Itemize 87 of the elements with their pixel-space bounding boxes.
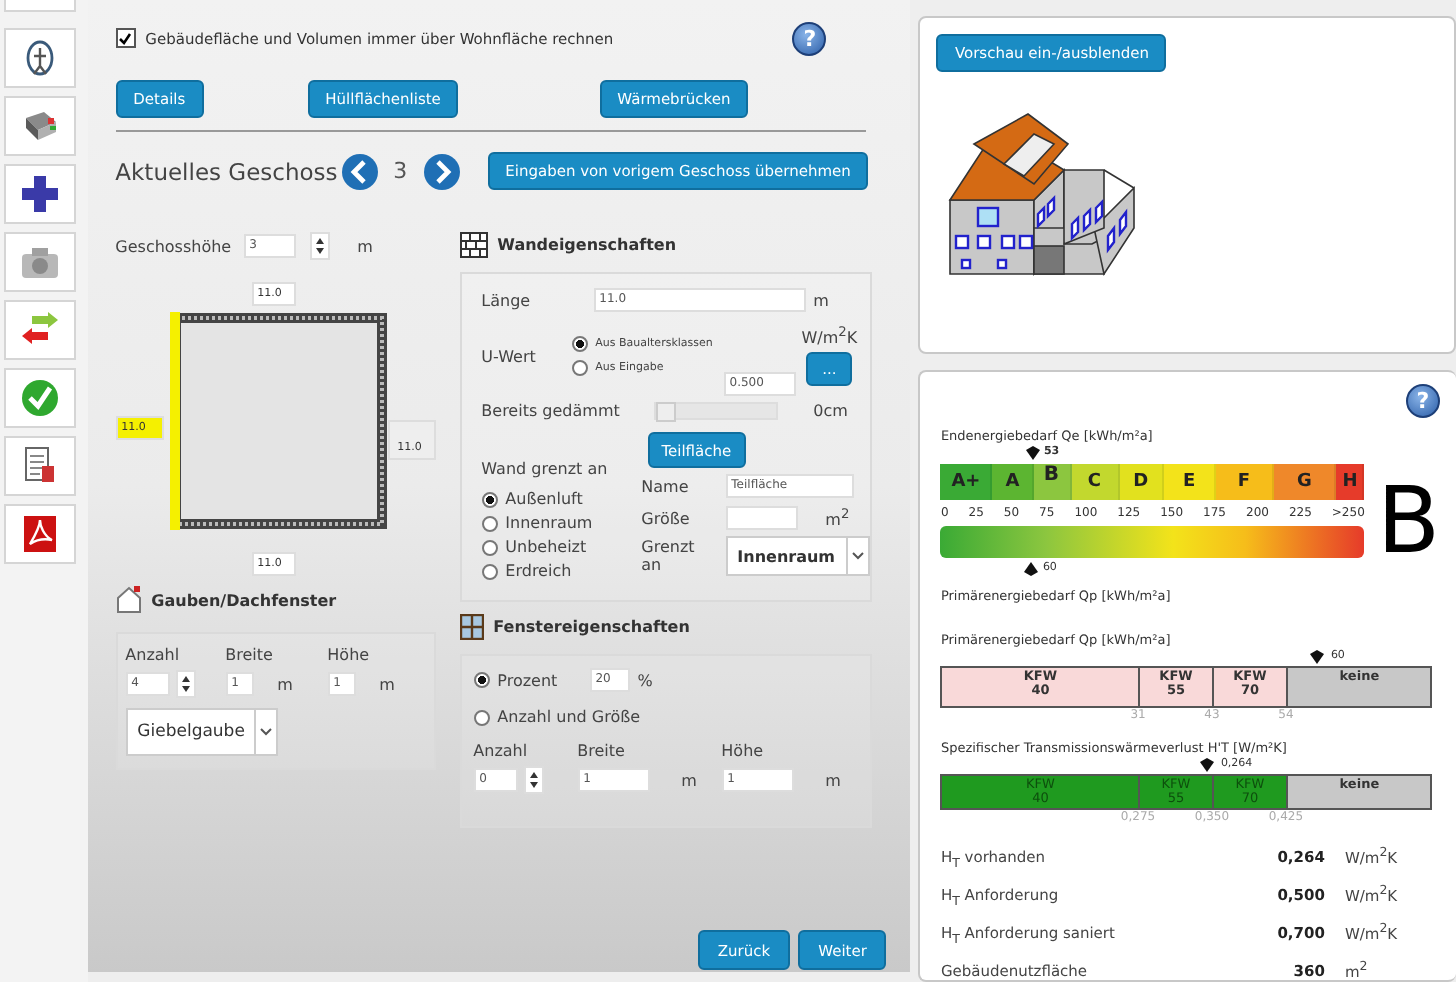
energy-grade: A bbox=[992, 463, 1034, 499]
spinner-icon[interactable] bbox=[523, 766, 544, 794]
field-label: Anzahl bbox=[125, 646, 182, 664]
chevron-down-icon bbox=[254, 710, 277, 754]
previous-icon[interactable] bbox=[341, 153, 378, 189]
floor-plan-drawing[interactable] bbox=[169, 312, 388, 530]
radio-button[interactable] bbox=[571, 336, 588, 352]
marker-icon bbox=[1025, 445, 1040, 459]
field-label: Bereits gedämmt bbox=[481, 401, 622, 419]
figure-icon bbox=[22, 38, 58, 78]
energy-grade: E bbox=[1164, 463, 1217, 499]
energy-grade: H bbox=[1336, 463, 1365, 499]
field-label: Name bbox=[641, 477, 691, 495]
section-title: Wandeigenschaften bbox=[497, 235, 677, 253]
radio-label: Erdreich bbox=[505, 562, 572, 580]
unit-label: m bbox=[357, 237, 373, 255]
unit-label: m bbox=[277, 675, 293, 693]
checkbox[interactable] bbox=[115, 28, 136, 48]
sidebar-button[interactable] bbox=[4, 436, 76, 496]
sidebar-button[interactable] bbox=[4, 96, 76, 156]
unit-label: m bbox=[825, 771, 841, 789]
next-icon[interactable] bbox=[423, 153, 460, 189]
section-title: Gauben/Dachfenster bbox=[151, 591, 337, 609]
camera-icon bbox=[20, 244, 60, 280]
brick-wall-icon bbox=[459, 231, 488, 257]
floor-number: 3 bbox=[393, 158, 408, 184]
energy-grade: A+ bbox=[940, 463, 993, 499]
size-field[interactable] bbox=[725, 506, 798, 530]
pdf-icon bbox=[22, 514, 58, 554]
marker-icon bbox=[1024, 561, 1039, 575]
insulation-slider[interactable] bbox=[653, 401, 778, 419]
unit-label: m bbox=[379, 675, 395, 693]
radio-label: Innenraum bbox=[505, 514, 593, 532]
energy-grade: G bbox=[1273, 463, 1337, 499]
radio-button[interactable] bbox=[481, 515, 498, 531]
marker-icon bbox=[1200, 757, 1215, 771]
borders-dropdown[interactable]: Innenraum bbox=[725, 536, 870, 576]
plus-icon bbox=[22, 176, 58, 212]
sidebar-button[interactable] bbox=[4, 504, 76, 564]
section-title: Fenstereigenschaften bbox=[493, 617, 690, 635]
sidebar-button[interactable] bbox=[4, 164, 76, 224]
field-label: Größe bbox=[641, 509, 692, 527]
spinner-icon[interactable] bbox=[175, 670, 196, 698]
field-label: Anzahl bbox=[473, 742, 530, 760]
field-label: Wand grenzt an bbox=[481, 460, 610, 478]
radio-button[interactable] bbox=[481, 563, 498, 579]
unit-label: W/m$^{2}$K bbox=[801, 324, 858, 348]
sidebar-button[interactable] bbox=[4, 300, 76, 360]
field-label: Breite bbox=[577, 742, 627, 760]
window-icon bbox=[459, 613, 484, 639]
sidebar-button[interactable] bbox=[4, 28, 76, 88]
checkmark-icon bbox=[20, 378, 60, 418]
radio-button[interactable] bbox=[473, 709, 490, 725]
radio-button[interactable] bbox=[481, 539, 498, 555]
unit-label: m bbox=[681, 771, 697, 789]
book-icon bbox=[20, 106, 60, 146]
radio-button[interactable] bbox=[473, 672, 490, 688]
chevron-down-icon bbox=[845, 538, 868, 574]
field-label: Breite bbox=[225, 646, 275, 664]
energy-rating: B bbox=[1376, 473, 1440, 565]
field-label: Höhe bbox=[327, 646, 372, 664]
radio-label: Außenluft bbox=[505, 490, 583, 508]
radio-label: Anzahl und Größe bbox=[497, 708, 641, 726]
energy-grade: D bbox=[1119, 463, 1165, 499]
field-label: U-Wert bbox=[481, 348, 538, 366]
unit-label: % bbox=[637, 671, 653, 689]
radio-label: Unbeheizt bbox=[505, 538, 587, 556]
unit-label: m$^{2}$ bbox=[825, 506, 850, 530]
document-icon bbox=[22, 446, 58, 486]
radio-button[interactable] bbox=[481, 491, 498, 507]
energy-grade: C bbox=[1071, 463, 1120, 499]
marker-icon bbox=[1310, 649, 1325, 663]
arrows-icon bbox=[20, 312, 60, 348]
spinner-icon[interactable] bbox=[309, 232, 330, 260]
field-label: Grenzt an bbox=[641, 538, 697, 574]
floor-height-label: Geschosshöhe bbox=[115, 237, 232, 255]
radio-button[interactable] bbox=[571, 360, 588, 376]
dormer-type-dropdown[interactable]: Giebelgaube bbox=[125, 708, 279, 756]
energy-grade: F bbox=[1216, 463, 1274, 499]
slider-reading: 0cm bbox=[813, 401, 848, 419]
field-label: Länge bbox=[481, 291, 533, 309]
field-label: Höhe bbox=[721, 742, 766, 760]
house-icon bbox=[115, 586, 142, 614]
floor-label: Aktuelles Geschoss bbox=[115, 157, 340, 185]
radio-label: Prozent bbox=[497, 671, 558, 689]
slider-thumb[interactable] bbox=[655, 401, 676, 421]
unit-label: m bbox=[813, 291, 829, 309]
